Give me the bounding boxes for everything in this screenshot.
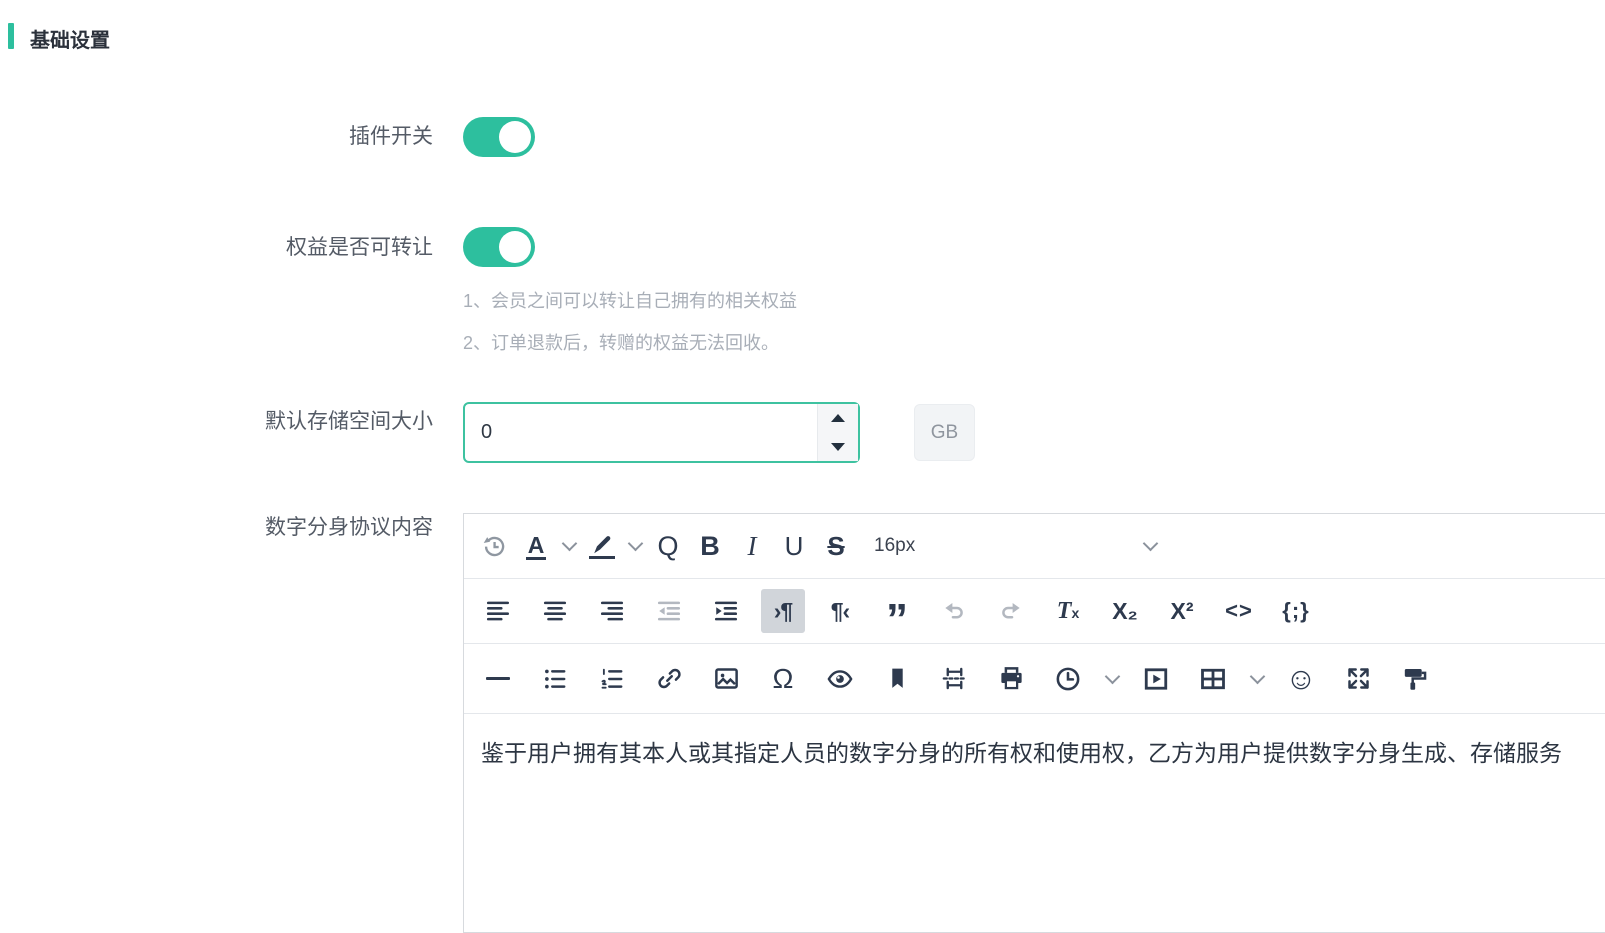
strikethrough-icon[interactable]: S <box>818 524 854 568</box>
preview-eye-icon[interactable] <box>818 657 862 701</box>
arrow-up-icon <box>831 414 845 422</box>
underline-icon[interactable]: U <box>776 524 812 568</box>
chevron-down-icon <box>1143 536 1159 552</box>
highlight-color-dropdown[interactable] <box>626 524 644 568</box>
insert-media-icon[interactable] <box>1134 657 1178 701</box>
highlight-color-icon[interactable] <box>584 524 620 568</box>
align-left-icon[interactable] <box>476 589 520 633</box>
table-dropdown[interactable] <box>1248 657 1266 701</box>
anchor-bookmark-icon[interactable] <box>875 657 919 701</box>
datetime-dropdown[interactable] <box>1103 657 1121 701</box>
rich-text-editor: A Q B I U S 16px <box>463 513 1605 933</box>
link-icon[interactable] <box>647 657 691 701</box>
rtl-direction-icon[interactable]: ¶‹ <box>818 589 862 633</box>
outdent-icon[interactable] <box>647 589 691 633</box>
storage-size-input[interactable] <box>465 404 817 461</box>
inline-code-icon[interactable]: <> <box>1217 589 1261 633</box>
format-painter-icon[interactable] <box>1393 657 1437 701</box>
transferable-toggle[interactable] <box>463 227 535 267</box>
numbered-list-icon[interactable] <box>590 657 634 701</box>
section-title: 基础设置 <box>30 24 110 53</box>
blockquote-icon[interactable]: ” <box>875 589 919 633</box>
bullet-list-icon[interactable] <box>533 657 577 701</box>
transferable-label: 权益是否可转让 <box>113 235 433 261</box>
indent-icon[interactable] <box>704 589 748 633</box>
chevron-down-icon <box>1249 668 1265 684</box>
insert-datetime-icon[interactable] <box>1046 657 1090 701</box>
spinner-decrease-button[interactable] <box>818 433 858 462</box>
plugin-switch-toggle[interactable] <box>463 117 535 157</box>
spinner-increase-button[interactable] <box>818 404 858 433</box>
page-break-icon[interactable] <box>932 657 976 701</box>
print-icon[interactable] <box>989 657 1033 701</box>
align-right-icon[interactable] <box>590 589 634 633</box>
search-icon[interactable]: Q <box>650 524 686 568</box>
storage-size-input-wrap <box>463 402 860 463</box>
code-block-icon[interactable]: {;} <box>1274 589 1318 633</box>
special-character-icon[interactable]: Ω <box>761 657 805 701</box>
number-spinner <box>817 404 858 461</box>
toggle-knob <box>499 121 531 153</box>
editor-toolbar-row-1: A Q B I U S 16px <box>464 514 1605 579</box>
font-size-dropdown[interactable]: 16px <box>874 535 1174 557</box>
section-accent-bar <box>8 23 14 49</box>
insert-image-icon[interactable] <box>704 657 748 701</box>
storage-size-label: 默认存储空间大小 <box>113 409 433 435</box>
ltr-direction-icon[interactable]: ›¶ <box>761 589 805 633</box>
agreement-content-text: 鉴于用户拥有其本人或其指定人员的数字分身的所有权和使用权，乙方为用户提供数字分身… <box>481 734 1605 768</box>
transfer-tip-2: 2、订单退款后，转赠的权益无法回收。 <box>463 329 779 355</box>
text-color-icon[interactable]: A <box>518 524 554 568</box>
chevron-down-icon <box>1104 668 1120 684</box>
align-center-icon[interactable] <box>533 589 577 633</box>
plugin-switch-label: 插件开关 <box>113 124 433 150</box>
highlight-pen-icon <box>589 534 615 559</box>
clear-formatting-icon[interactable]: Tx <box>1046 589 1090 633</box>
arrow-down-icon <box>831 443 845 451</box>
text-color-dropdown[interactable] <box>560 524 578 568</box>
emoticon-icon[interactable]: ☺ <box>1279 657 1323 701</box>
editor-toolbar-row-3: Ω <box>464 644 1605 714</box>
undo-icon[interactable] <box>932 589 976 633</box>
editor-content-area[interactable]: 鉴于用户拥有其本人或其指定人员的数字分身的所有权和使用权，乙方为用户提供数字分身… <box>464 714 1605 884</box>
italic-icon[interactable]: I <box>734 524 770 568</box>
chevron-down-icon <box>561 536 577 552</box>
font-size-value: 16px <box>874 535 915 557</box>
history-restore-icon[interactable] <box>476 524 512 568</box>
toggle-knob <box>499 231 531 263</box>
superscript-icon[interactable]: X² <box>1160 589 1204 633</box>
storage-unit-addon: GB <box>914 404 975 461</box>
editor-toolbar-row-2: ›¶ ¶‹ ” Tx X₂ X² <> {;} <box>464 579 1605 644</box>
bold-icon[interactable]: B <box>692 524 728 568</box>
transfer-tip-1: 1、会员之间可以转让自己拥有的相关权益 <box>463 287 797 313</box>
horizontal-rule-icon[interactable] <box>476 657 520 701</box>
chevron-down-icon <box>627 536 643 552</box>
redo-icon[interactable] <box>989 589 1033 633</box>
subscript-icon[interactable]: X₂ <box>1103 589 1147 633</box>
agreement-label: 数字分身协议内容 <box>113 515 433 541</box>
insert-table-icon[interactable] <box>1191 657 1235 701</box>
fullscreen-icon[interactable] <box>1336 657 1380 701</box>
